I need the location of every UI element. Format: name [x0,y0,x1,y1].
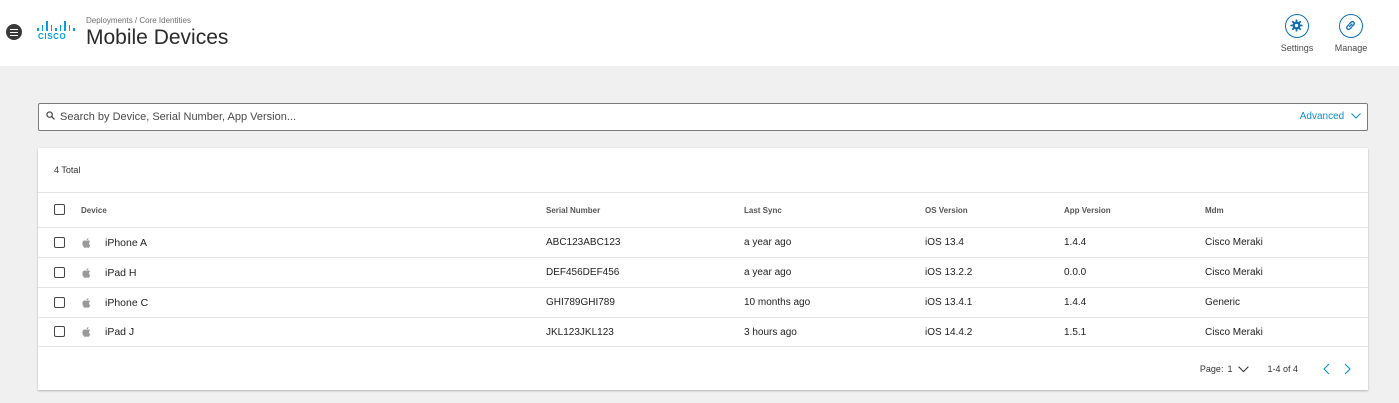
apple-icon [82,228,91,257]
link-icon [1339,14,1363,38]
mdm: Cisco Meraki [1205,237,1263,248]
chevron-left-icon [1323,363,1330,375]
device-name[interactable]: iPad J [105,318,134,346]
app-header: CISCO Deployments / Core Identities Mobi… [0,0,1399,66]
serial-number: ABC123ABC123 [546,237,621,248]
device-name[interactable]: iPhone A [105,228,147,257]
mdm: Cisco Meraki [1205,326,1263,338]
last-sync: 10 months ago [744,297,811,308]
os-version: iOS 13.4.1 [925,297,973,308]
table-row[interactable]: iPad H DEF456DEF456 a year ago iOS 13.2.… [38,257,1368,287]
os-version: iOS 13.4 [925,237,964,248]
column-header-os-version[interactable]: OS Version [925,193,968,227]
devices-card: 4 Total Device Serial Number Last Sync O… [38,148,1368,390]
table-row[interactable]: iPad J JKL123JKL123 3 hours ago iOS 14.4… [38,317,1368,347]
row-checkbox[interactable] [54,236,65,248]
column-header-last-sync[interactable]: Last Sync [744,193,782,227]
search-bar: Advanced [38,103,1368,131]
search-input[interactable] [60,108,1260,126]
row-checkbox[interactable] [54,326,65,337]
settings-label: Settings [1280,43,1314,53]
app-version: 0.0.0 [1064,267,1087,278]
advanced-search-toggle[interactable]: Advanced [1300,111,1361,122]
manage-label: Manage [1334,43,1368,53]
app-version: 1.5.1 [1064,326,1087,338]
row-checkbox[interactable] [54,266,65,278]
search-icon [46,111,55,120]
table-row[interactable]: iPhone C GHI789GHI789 10 months ago iOS … [38,287,1368,317]
serial-number: DEF456DEF456 [546,267,620,278]
devices-table: Device Serial Number Last Sync OS Versio… [38,192,1368,347]
column-header-serial[interactable]: Serial Number [546,193,600,227]
column-header-mdm[interactable]: Mdm [1205,193,1224,227]
page-title: Mobile Devices [86,26,229,49]
table-row[interactable]: iPhone A ABC123ABC123 a year ago iOS 13.… [38,227,1368,257]
logo-text: CISCO [38,32,67,41]
breadcrumb[interactable]: Deployments / Core Identities [86,16,191,25]
settings-button[interactable]: Settings [1274,14,1320,53]
last-sync: 3 hours ago [744,326,797,338]
apple-icon [82,288,91,317]
last-sync: a year ago [744,267,792,278]
column-header-device[interactable]: Device [81,193,107,227]
serial-number: GHI789GHI789 [546,297,615,308]
next-page-button[interactable] [1340,363,1354,375]
device-name[interactable]: iPad H [105,258,137,287]
table-header-row: Device Serial Number Last Sync OS Versio… [38,192,1368,227]
page-range: 1-4 of 4 [1267,364,1298,374]
page-select[interactable]: 1 [1227,364,1250,374]
mdm: Cisco Meraki [1205,267,1263,278]
chevron-down-icon [1238,365,1250,372]
device-name[interactable]: iPhone C [105,288,148,317]
os-version: iOS 13.2.2 [925,267,973,278]
app-version: 1.4.4 [1064,237,1087,248]
advanced-label: Advanced [1299,111,1345,122]
serial-number: JKL123JKL123 [546,326,614,338]
cisco-logo[interactable]: CISCO [36,21,75,43]
apple-icon [82,258,91,287]
page-label: Page: [1199,364,1224,374]
row-checkbox[interactable] [54,296,65,308]
page-value: 1 [1227,364,1233,374]
previous-page-button[interactable] [1320,363,1334,375]
menu-icon[interactable] [6,24,22,40]
apple-icon [82,318,91,346]
pagination: Page: 1 1-4 of 4 [1200,363,1354,375]
chevron-right-icon [1344,363,1351,375]
mdm: Generic [1205,297,1241,308]
app-version: 1.4.4 [1064,297,1087,308]
column-header-app-version[interactable]: App Version [1064,193,1111,227]
manage-button[interactable]: Manage [1328,14,1374,53]
total-count: 4 Total [54,165,81,175]
os-version: iOS 14.4.2 [925,326,973,338]
last-sync: a year ago [744,237,792,248]
chevron-down-icon [1351,113,1361,120]
select-all-checkbox[interactable] [54,204,65,215]
gear-icon [1285,14,1309,38]
